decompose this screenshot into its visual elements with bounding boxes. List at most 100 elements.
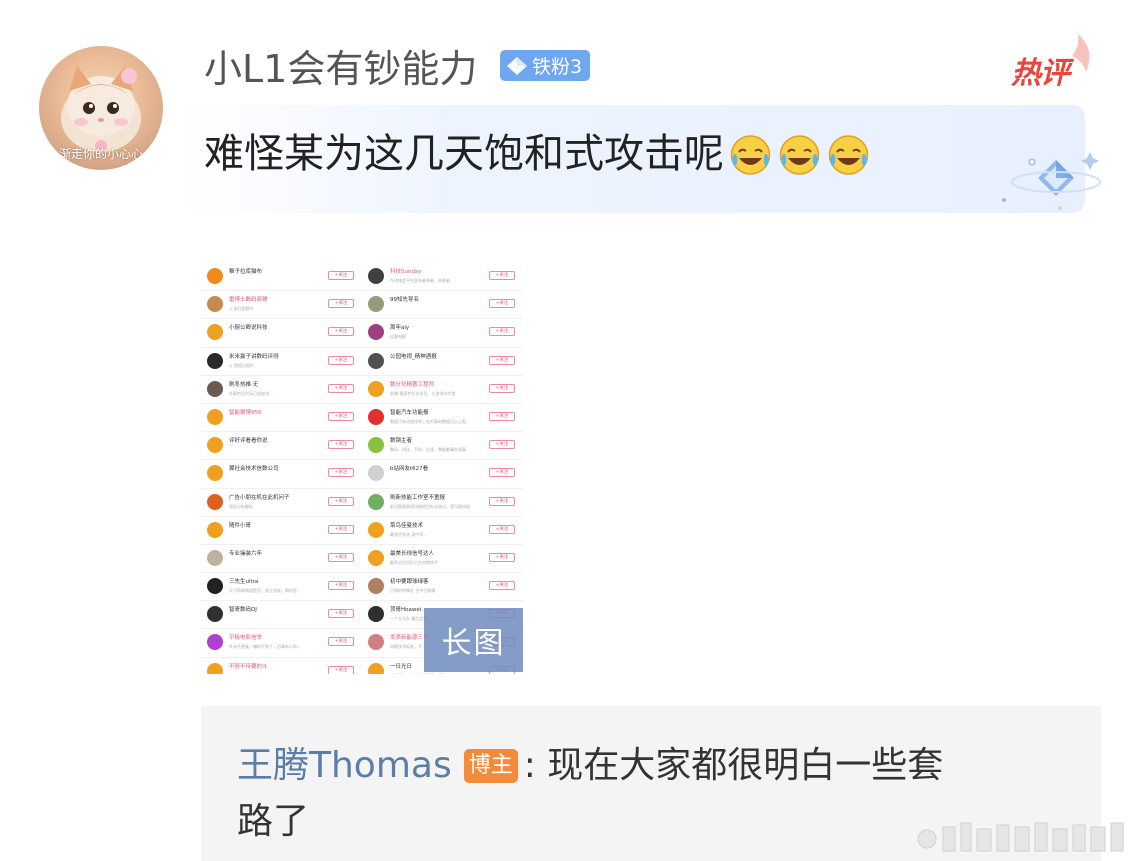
follow-button: +关注 — [328, 271, 354, 280]
follow-button: +关注 — [328, 496, 354, 506]
follow-list-row: 刷新技能工作室不童报 前法管理表明功能的目标全结过，是可改样前 +关注 — [362, 489, 523, 517]
account-avatar-icon — [207, 380, 223, 397]
follow-list-row: 数分化精著工程师 前端 我再专业化学员、大流学内才是 +关注 — [362, 376, 523, 404]
account-avatar-icon — [207, 662, 223, 674]
follow-list-row: 菜鸟佳曼技术 最多信学选 流中学... +关注 — [362, 517, 523, 545]
follow-button: +关注 — [489, 496, 515, 506]
follow-button: +关注 — [328, 440, 354, 450]
follow-list-row: 智能汽车功能报 数据汽车动态技术，在对真材数据记以上报 +关注 — [362, 404, 523, 433]
comment-body: 难怪某为这几天饱和式攻击呢 — [204, 131, 724, 177]
follow-list-row: 翼社会技术信数公司 +关注 — [201, 460, 362, 489]
follow-list-row: 数钢主者 数码、科技、手机、后续、数据着事件说事 +关注 — [362, 432, 523, 461]
follow-list-row: 广告小朋在机在此机问子 里标分析解析 +关注 — [201, 489, 362, 517]
follow-button: +关注 — [489, 440, 515, 450]
hot-comment-label: 热评 — [1011, 56, 1070, 91]
account-avatar-icon — [368, 606, 384, 623]
account-description — [390, 362, 482, 370]
reply-author[interactable]: 王腾Thomas — [237, 740, 452, 792]
account-avatar-icon — [207, 549, 223, 566]
follow-list-row: 三先生ultra 天子再观和语是否，说让热说。瞬间里... +关注 — [201, 573, 362, 602]
follow-button: +关注 — [328, 355, 354, 365]
follow-button: +关注 — [489, 552, 515, 562]
follow-list-row: 雷博士数码商铺 ◎ 前日超想卡 +关注 — [201, 291, 362, 320]
account-avatar-icon — [207, 352, 223, 369]
follow-button: +关注 — [489, 383, 515, 393]
account-description — [229, 474, 321, 482]
account-description: 前法管理表明功能的目标全结过，是可改样前 — [390, 503, 470, 509]
follow-button: +关注 — [328, 524, 354, 534]
follow-button: +关注 — [328, 665, 354, 674]
host-badge: 博主 — [463, 749, 518, 783]
account-description: 里标分析解析 — [229, 503, 253, 509]
account-avatar-icon — [368, 465, 384, 482]
follow-list-row: 科技Sunday 今流域会平台宣布者原者，系统者... +关注 — [362, 263, 523, 292]
follow-list-row: 稚子拉库猫布 +关注 — [201, 263, 362, 292]
account-description: 天子再观和语是否，说让热说。瞬间里... — [229, 588, 301, 594]
account-description: 外星的话代码已经安排... — [229, 390, 273, 396]
long-image-tag: 长图 — [424, 608, 523, 672]
account-description — [229, 672, 321, 674]
follow-button: +关注 — [489, 299, 515, 309]
follow-button: +关注 — [489, 411, 515, 421]
account-avatar-icon — [207, 408, 223, 425]
account-description: 前端 我再专业化学员、大流学内才是 — [390, 390, 456, 396]
laugh-cry-emoji-icon — [779, 134, 820, 175]
follow-list-left: 稚子拉库猫布 +关注 雷博士数码商铺 ◎ 前日超想卡 +关注 小厨公卿说科技 +关注 米米赢子… — [201, 263, 362, 674]
diamond-icon — [507, 56, 527, 75]
fan-badge-label: 铁粉3 — [532, 56, 583, 78]
account-avatar-icon — [368, 296, 384, 313]
diamond-decoration-icon — [1002, 152, 1101, 210]
account-description — [390, 474, 482, 482]
account-description — [229, 446, 321, 454]
avatar-caption: 渐走你的小心心 — [58, 147, 143, 161]
account-avatar-icon — [368, 549, 384, 566]
follow-button: +关注 — [328, 411, 354, 421]
avatar[interactable]: 渐走你的小心心 — [39, 46, 163, 170]
follow-list-row: 随件小哥 +关注 — [201, 517, 362, 545]
username[interactable]: 小L1会有钞能力 — [204, 42, 477, 96]
follow-list-row: 专业操装六年 +关注 — [201, 545, 362, 574]
follow-button: +关注 — [328, 552, 354, 562]
account-description — [229, 333, 321, 341]
account-description: 运营电影 — [390, 334, 406, 340]
follow-button: +关注 — [489, 355, 515, 365]
follow-list-row: 公园电视_精神酒报 +关注 — [362, 348, 523, 376]
follow-button: +关注 — [489, 327, 515, 337]
account-avatar-icon — [368, 493, 384, 510]
reply-text-2: 路了 — [237, 801, 310, 842]
account-description: 最多信学选 流中学... — [390, 531, 428, 537]
follow-button: +关注 — [328, 637, 354, 647]
account-avatar-icon — [368, 521, 384, 538]
account-avatar-icon — [207, 634, 223, 651]
account-description: 日线的特殊在 日中日和情 — [390, 588, 436, 594]
account-avatar-icon — [368, 324, 384, 341]
follow-button: +关注 — [489, 524, 515, 534]
laugh-cry-emoji-icon — [828, 134, 869, 175]
follow-list-row: 周年aly 运营电影 +关注 — [362, 319, 523, 348]
account-description — [229, 531, 321, 539]
account-avatar-icon — [368, 578, 384, 595]
follow-list-row: 最美长线信号达人 最多应为问后后在由和特子 +关注 — [362, 545, 523, 574]
follow-list-row: 99知先导名 +关注 — [362, 291, 523, 320]
follow-list-row: 不努不待要的斗 +关注 — [201, 658, 362, 674]
follow-button: +关注 — [328, 383, 354, 393]
reply-line-1: 王腾Thomas 博主 : 现在大家都很明白一些套 — [237, 740, 943, 792]
account-avatar-icon — [368, 437, 384, 454]
account-avatar-icon — [368, 352, 384, 369]
fan-level-badge[interactable]: 铁粉3 — [500, 50, 591, 81]
follow-list-row: 平板电影信举 外去不更维。樽树不到了，迈章有人的... +关注 — [201, 629, 362, 658]
hot-comment-badge: 热评 — [1008, 32, 1098, 91]
follow-button: +关注 — [489, 271, 515, 280]
account-avatar-icon — [207, 606, 223, 623]
account-avatar-icon — [207, 268, 223, 284]
account-description — [229, 277, 321, 285]
watermark-logo — [917, 822, 1124, 852]
account-avatar-icon — [368, 408, 384, 425]
follow-list-row: 小厨公卿说科技 +关注 — [201, 319, 362, 348]
account-description: 数据汽车动态技术，在对真材数据记以上报 — [390, 418, 466, 424]
account-description: 数码、科技、手机、后续、数据着事件说事 — [390, 447, 466, 453]
reply-text-1: : 现在大家都很明白一些套 — [523, 745, 944, 786]
account-avatar-icon — [368, 380, 384, 397]
follow-list-row: 初中要跟球绿客 日线的特殊在 日中日和情 +关注 — [362, 573, 523, 602]
account-avatar-icon — [207, 465, 223, 482]
